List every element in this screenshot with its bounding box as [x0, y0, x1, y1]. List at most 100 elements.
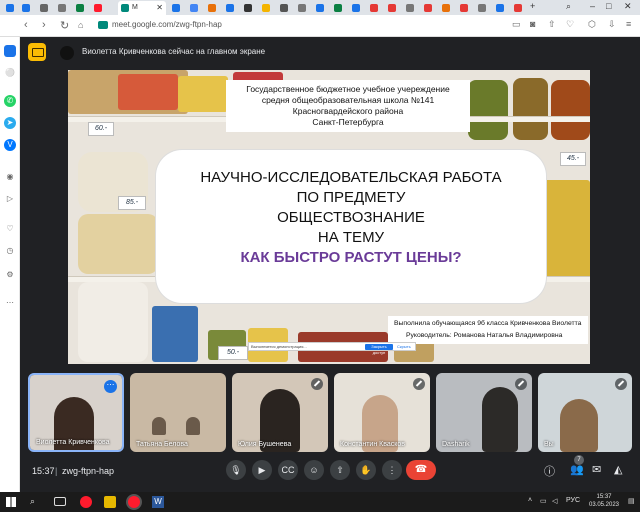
hide-share-bar-button[interactable]: Скрыть	[397, 344, 411, 349]
close-tab-icon[interactable]: ✕	[156, 3, 163, 12]
back-icon[interactable]: ‹	[24, 19, 28, 31]
tab[interactable]	[458, 2, 470, 13]
close-window-icon[interactable]: ✕	[624, 1, 632, 12]
settings-icon[interactable]: ⚙	[4, 269, 16, 281]
emoji-button[interactable]: ☺	[304, 460, 324, 480]
tab[interactable]	[242, 2, 254, 13]
share-icon[interactable]: ⇧	[548, 19, 556, 30]
tab[interactable]	[494, 2, 506, 13]
tabs-icon[interactable]: ⚪	[4, 67, 16, 79]
participant-tile[interactable]: Вы	[538, 373, 632, 452]
tab[interactable]	[92, 2, 104, 13]
tab[interactable]	[512, 2, 524, 13]
url-field[interactable]: meet.google.com/zwg-ftpn-hap	[112, 20, 222, 29]
reload-icon[interactable]: ↻	[60, 19, 69, 32]
activities-icon[interactable]: ◭	[614, 463, 622, 476]
tab[interactable]	[206, 2, 218, 13]
tab[interactable]	[476, 2, 488, 13]
more-options-button[interactable]: ⋮	[382, 460, 402, 480]
clock-time: 15:37	[596, 494, 612, 500]
meeting-code[interactable]: zwg-ftpn-hap	[62, 466, 114, 476]
tab[interactable]	[422, 2, 434, 13]
maximize-icon[interactable]: □	[606, 1, 611, 11]
player-icon[interactable]: ◉	[4, 171, 16, 183]
whatsapp-icon[interactable]: ✆	[4, 95, 16, 107]
taskbar-clock[interactable]: 15:37 03.05.2023	[584, 493, 624, 509]
more-options-icon[interactable]: ⋯	[104, 380, 117, 393]
search-icon[interactable]: ⌕	[30, 496, 42, 508]
network-icon[interactable]: ▭	[540, 497, 547, 505]
tab[interactable]	[170, 2, 182, 13]
tab[interactable]	[260, 2, 272, 13]
tab[interactable]	[368, 2, 380, 13]
file-explorer-icon[interactable]	[104, 496, 116, 508]
minimize-icon[interactable]: –	[590, 1, 595, 11]
tab[interactable]	[350, 2, 362, 13]
tray-chevron-icon[interactable]: ˄	[528, 497, 532, 504]
home-icon[interactable]: ⌂	[78, 20, 83, 30]
supervisor-line: Руководитель: Романова Наталья Владимиро…	[406, 332, 563, 339]
download-icon[interactable]: ⇩	[608, 19, 616, 30]
tab-search-icon[interactable]: ⌕	[566, 1, 571, 12]
camera-button[interactable]: ▶	[252, 460, 272, 480]
volume-icon[interactable]: ◁	[552, 497, 557, 505]
favorites-icon[interactable]: ♡	[4, 223, 16, 235]
price-tag: 45.-	[560, 152, 586, 166]
extensions-icon[interactable]: ⬡	[588, 19, 596, 30]
participant-tile[interactable]: Dasharik	[436, 373, 532, 452]
tab[interactable]	[386, 2, 398, 13]
slide-title-box: НАУЧНО-ИССЛЕДОВАТЕЛЬСКАЯ РАБОТА ПО ПРЕДМ…	[156, 150, 546, 303]
forward-icon[interactable]: ›	[42, 19, 46, 31]
notifications-icon[interactable]: ▤	[628, 497, 635, 505]
present-button[interactable]: ⇧	[330, 460, 350, 480]
people-icon[interactable]: 👥	[570, 463, 584, 476]
tab[interactable]	[332, 2, 344, 13]
chat-icon[interactable]: ✉	[592, 463, 601, 476]
camera-permission-icon[interactable]: ▭	[512, 19, 521, 30]
tab[interactable]	[188, 2, 200, 13]
presenting-banner: Виолетта Кривченкова сейчас на главном э…	[82, 47, 266, 56]
participant-name: Dasharik	[442, 441, 470, 448]
start-icon[interactable]	[6, 497, 16, 507]
tab[interactable]	[404, 2, 416, 13]
menu-icon[interactable]: ≡	[626, 19, 631, 29]
tab[interactable]	[224, 2, 236, 13]
tab-active[interactable]: M ✕	[118, 1, 166, 15]
end-call-button[interactable]: ☎	[406, 460, 436, 480]
new-tab-icon[interactable]: +	[530, 1, 535, 11]
input-language[interactable]: РУС	[566, 497, 580, 504]
tab[interactable]	[74, 2, 86, 13]
participant-tile[interactable]: ⋯ Виолетта Кривченкова	[28, 373, 124, 452]
participant-tile[interactable]: Константин Квасков	[334, 373, 430, 452]
raise-hand-button[interactable]: ✋	[356, 460, 376, 480]
title-line: ПО ПРЕДМЕТУ	[296, 189, 406, 206]
opera-app-icon[interactable]	[128, 496, 140, 508]
school-line: Санкт-Петербурга	[312, 117, 384, 127]
captions-button[interactable]: CC	[278, 460, 298, 480]
meeting-info-icon[interactable]: ⓘ	[544, 463, 555, 479]
mic-button[interactable]: 🎙	[226, 460, 246, 480]
tab[interactable]	[296, 2, 308, 13]
history-icon[interactable]: ◷	[4, 245, 16, 257]
tab[interactable]	[56, 2, 68, 13]
participant-tile[interactable]: Татьяна Белова	[130, 373, 226, 452]
bookmark-icon[interactable]: ♡	[566, 19, 574, 30]
participant-tile[interactable]: Юлия Бушенева	[232, 373, 328, 452]
opera-app-icon[interactable]	[80, 496, 92, 508]
tab[interactable]	[4, 2, 16, 13]
vk-icon[interactable]: V	[4, 139, 16, 151]
tab[interactable]	[38, 2, 50, 13]
opera-home-icon[interactable]	[4, 45, 16, 57]
tab[interactable]	[20, 2, 32, 13]
more-icon[interactable]: ⋯	[4, 297, 16, 309]
task-view-icon[interactable]	[54, 497, 66, 506]
tab[interactable]	[314, 2, 326, 13]
tab[interactable]	[440, 2, 452, 13]
stop-sharing-button[interactable]: Закрыть доступ	[365, 344, 393, 355]
telegram-icon[interactable]: ➤	[4, 117, 16, 129]
send-icon[interactable]: ▷	[4, 193, 16, 205]
tab[interactable]	[278, 2, 290, 13]
snapshot-icon[interactable]: ◙	[530, 19, 535, 29]
author-line: Выполнила обучающаяся 9б класса Кривченк…	[394, 320, 582, 327]
word-icon[interactable]: W	[152, 496, 164, 508]
